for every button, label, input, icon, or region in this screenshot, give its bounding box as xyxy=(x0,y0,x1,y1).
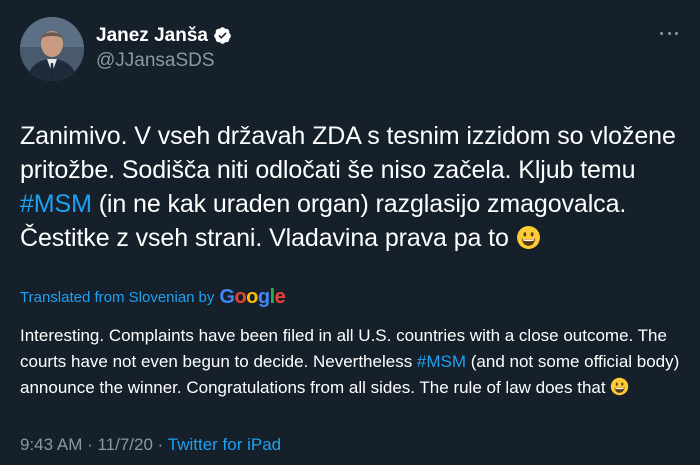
grinning-face-emoji-icon xyxy=(516,225,541,259)
translation-text: Interesting. Complaints have been filed … xyxy=(20,323,690,404)
translated-label: Translated from Slovenian xyxy=(20,288,195,306)
meta-separator: · xyxy=(82,435,98,454)
name-row: Janez Janša xyxy=(96,26,232,45)
tweet: Janez Janša @JJansaSDS Zanimivo. V vseh … xyxy=(0,0,700,465)
tweet-time[interactable]: 9:43 AM xyxy=(20,435,82,454)
tweet-header: Janez Janša @JJansaSDS xyxy=(20,17,680,81)
verified-badge-icon xyxy=(213,26,232,45)
translated-by: by xyxy=(198,288,215,306)
avatar[interactable] xyxy=(20,17,84,81)
author-handle[interactable]: @JJansaSDS xyxy=(96,51,232,70)
translation-hashtag-link[interactable]: #MSM xyxy=(417,352,466,371)
tweet-source-link[interactable]: Twitter for iPad xyxy=(168,435,281,454)
tweet-text-part1: Zanimivo. V vseh državah ZDA s tesnim iz… xyxy=(20,122,676,184)
author-names: Janez Janša @JJansaSDS xyxy=(96,26,232,70)
meta-separator: · xyxy=(152,435,168,454)
google-logo: Google xyxy=(219,285,286,308)
hashtag-link[interactable]: #MSM xyxy=(20,190,92,218)
tweet-date[interactable]: 11/7/20 xyxy=(97,435,152,454)
translated-from-link[interactable]: Translated from Slovenian by Google xyxy=(20,285,680,309)
grinning-face-emoji-icon xyxy=(610,377,629,404)
tweet-text: Zanimivo. V vseh državah ZDA s tesnim iz… xyxy=(20,119,680,259)
tweet-meta: 9:43 AM · 11/7/20 · Twitter for iPad xyxy=(20,435,281,455)
avatar-image xyxy=(20,17,84,81)
more-options-icon[interactable] xyxy=(660,24,678,42)
display-name[interactable]: Janez Janša xyxy=(96,26,208,45)
